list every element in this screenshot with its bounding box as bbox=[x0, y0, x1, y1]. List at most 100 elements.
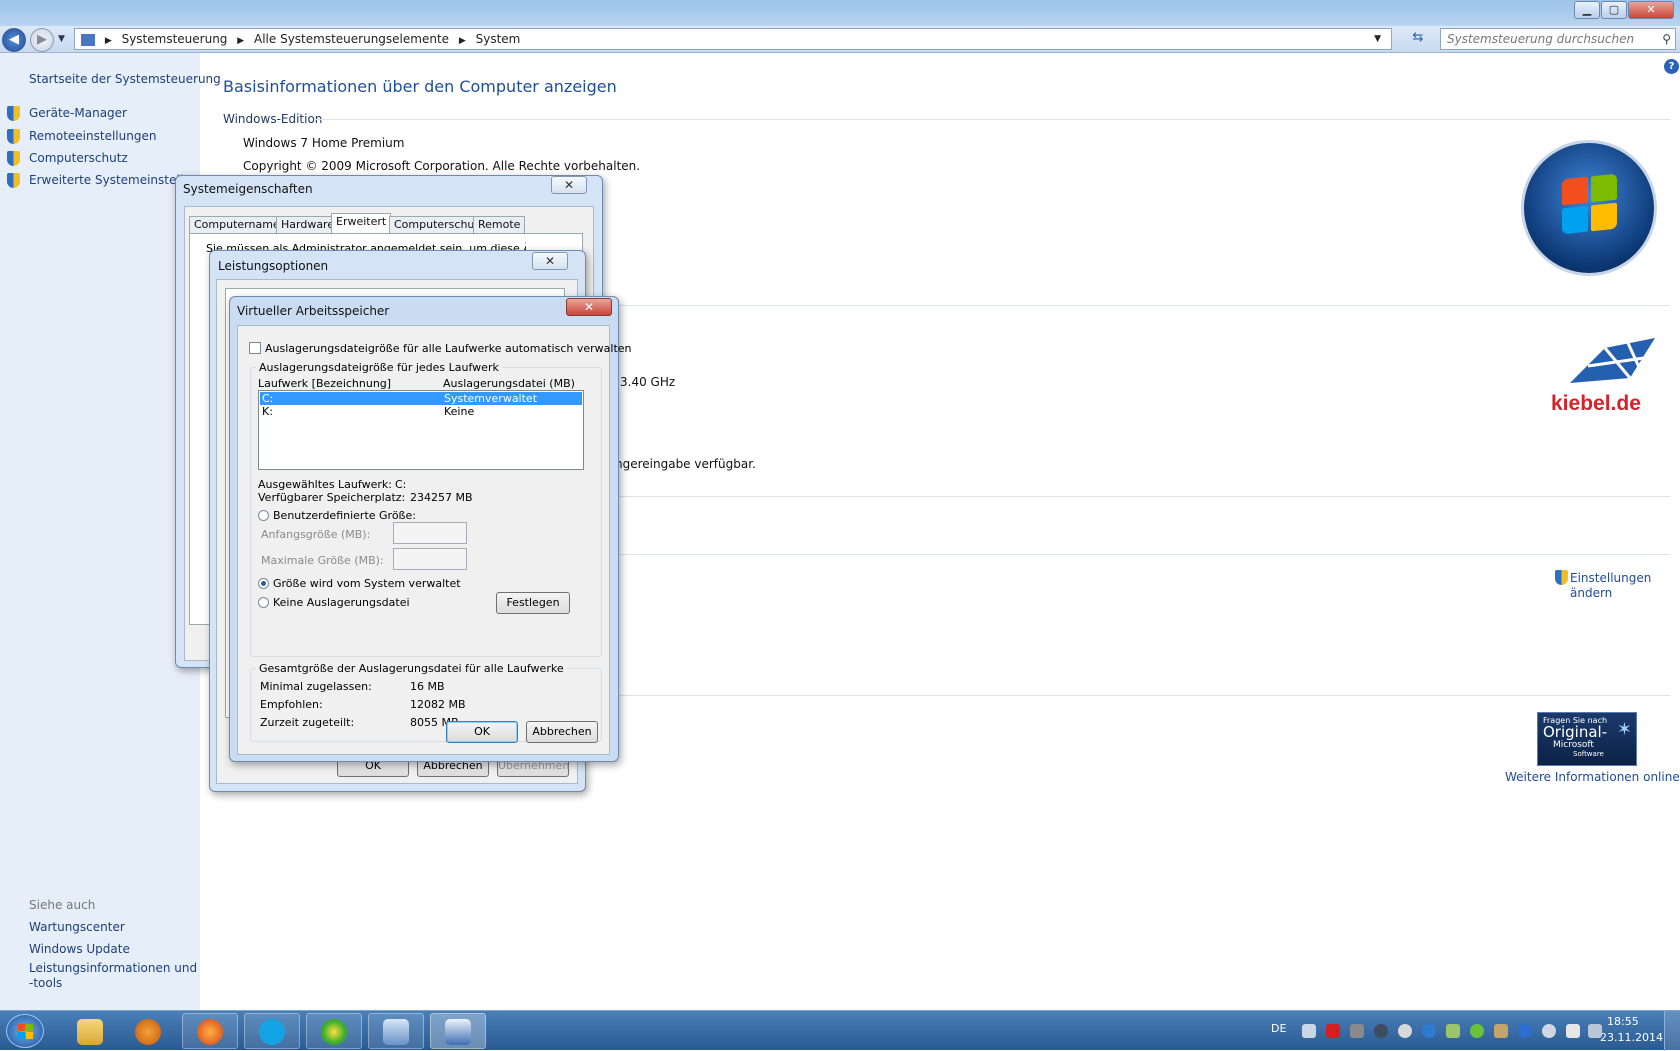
sidebar-item-remote[interactable]: Remoteeinstellungen bbox=[29, 129, 156, 143]
page-title: Basisinformationen über den Computer anz… bbox=[223, 77, 617, 96]
genuine-microsoft-badge[interactable]: Fragen Sie nach Original- Microsoft Soft… bbox=[1537, 712, 1637, 766]
drive-letter: C: bbox=[262, 392, 274, 405]
list-item-selected[interactable]: C: Systemverwaltet bbox=[260, 392, 582, 405]
language-indicator[interactable]: DE bbox=[1271, 1022, 1286, 1035]
forward-button[interactable]: ▶ bbox=[30, 28, 54, 52]
start-button[interactable] bbox=[6, 1014, 44, 1048]
current-label: Zurzeit zugeteilt: bbox=[260, 716, 355, 729]
maximize-button[interactable]: ▢ bbox=[1601, 1, 1627, 19]
network-tray-icon[interactable] bbox=[1446, 1024, 1460, 1038]
breadcrumb-item[interactable]: Systemsteuerung bbox=[122, 32, 228, 46]
free-space-label: Verfügbarer Speicherplatz: bbox=[258, 491, 406, 504]
firefox-icon[interactable] bbox=[182, 1013, 238, 1049]
control-panel-taskbar-icon[interactable] bbox=[368, 1013, 424, 1049]
media-player-icon[interactable] bbox=[120, 1013, 176, 1049]
tray-app-icon[interactable] bbox=[1494, 1024, 1508, 1038]
sidebar-item-device-manager[interactable]: Geräte-Manager bbox=[29, 106, 127, 120]
edition-name: Windows 7 Home Premium bbox=[243, 136, 405, 150]
dialog-title: Virtueller Arbeitsspeicher bbox=[237, 304, 390, 318]
max-size-input[interactable] bbox=[393, 548, 467, 570]
tray-app-icon[interactable] bbox=[1350, 1024, 1364, 1038]
volume-icon[interactable] bbox=[1302, 1024, 1316, 1038]
set-button[interactable]: Festlegen bbox=[496, 592, 570, 614]
selected-drive-label: Ausgewähltes Laufwerk: bbox=[258, 478, 392, 491]
tray-app-icon[interactable] bbox=[1398, 1024, 1412, 1038]
no-pagefile-radio[interactable] bbox=[258, 597, 269, 608]
steam-icon[interactable] bbox=[1374, 1024, 1388, 1038]
address-dropdown-icon[interactable]: ▼ bbox=[1374, 29, 1381, 49]
clock-time[interactable]: 18:55 bbox=[1607, 1015, 1639, 1028]
system-managed-radio[interactable] bbox=[258, 578, 269, 589]
tab-advanced[interactable]: Erweitert bbox=[331, 213, 392, 234]
search-icon: ⚲ bbox=[1662, 32, 1671, 46]
copyright-text: Copyright © 2009 Microsoft Corporation. … bbox=[243, 159, 641, 173]
custom-size-label: Benutzerdefinierte Größe: bbox=[273, 509, 416, 522]
network-icon[interactable] bbox=[1588, 1024, 1602, 1038]
tray-app-icon[interactable] bbox=[1542, 1024, 1556, 1038]
change-settings-link[interactable]: Einstellungen bbox=[1570, 571, 1651, 585]
back-button[interactable]: ◀ bbox=[2, 28, 26, 52]
close-button[interactable]: ✕ bbox=[1628, 1, 1674, 19]
drive-list[interactable]: C: Systemverwaltet K: Keine bbox=[258, 390, 584, 470]
uac-shield-icon bbox=[7, 173, 20, 188]
sidebar-item-protection[interactable]: Computerschutz bbox=[29, 151, 128, 165]
tab-computername[interactable]: Computername bbox=[189, 216, 285, 234]
clock-date[interactable]: 23.11.2014 bbox=[1600, 1031, 1663, 1044]
uac-shield-icon bbox=[7, 106, 20, 121]
action-center-flag-icon[interactable] bbox=[1566, 1024, 1580, 1038]
tab-hardware[interactable]: Hardware bbox=[276, 216, 340, 234]
min-allowed-label: Minimal zugelassen: bbox=[260, 680, 372, 693]
virtual-memory-dialog: Virtueller Arbeitsspeicher ✕ Auslagerung… bbox=[229, 296, 632, 762]
auto-manage-checkbox[interactable] bbox=[249, 342, 261, 354]
list-item[interactable]: K: Keine bbox=[260, 405, 582, 418]
star-icon: ✶ bbox=[1616, 719, 1632, 740]
close-button[interactable]: ✕ bbox=[551, 176, 587, 194]
tab-remote[interactable]: Remote bbox=[473, 216, 526, 234]
antivirus-icon[interactable] bbox=[1326, 1024, 1340, 1038]
selected-drive-value: C: bbox=[395, 478, 407, 491]
change-settings-link-line2[interactable]: ändern bbox=[1570, 586, 1612, 600]
skype-tray-icon[interactable] bbox=[1422, 1024, 1436, 1038]
system-properties-taskbar-icon[interactable] bbox=[430, 1013, 486, 1049]
breadcrumb-item[interactable]: Alle Systemsteuerungselemente bbox=[254, 32, 449, 46]
pen-input-text: ngereingabe verfügbar. bbox=[615, 457, 756, 471]
control-panel-icon bbox=[81, 33, 95, 46]
close-button[interactable]: ✕ bbox=[566, 298, 612, 316]
drive-pagefile: Systemverwaltet bbox=[444, 392, 538, 405]
breadcrumb[interactable]: ▶ Systemsteuerung ▶ Alle Systemsteuerung… bbox=[74, 28, 1392, 50]
refresh-icon[interactable]: ⇆ bbox=[1408, 30, 1428, 48]
total-group-label: Gesamtgröße der Auslagerungsdatei für al… bbox=[256, 662, 567, 675]
tray-app-icon[interactable] bbox=[1518, 1024, 1532, 1038]
icq-icon[interactable] bbox=[306, 1013, 362, 1049]
sidebar-home-link[interactable]: Startseite der Systemsteuerung bbox=[29, 72, 221, 86]
show-desktop-button[interactable] bbox=[1664, 1011, 1680, 1051]
close-button[interactable]: ✕ bbox=[532, 252, 568, 270]
ok-button[interactable]: OK bbox=[446, 721, 518, 743]
see-also-performance-line2[interactable]: -tools bbox=[29, 976, 62, 990]
recent-pages-dropdown-icon[interactable]: ▼ bbox=[58, 34, 65, 44]
column-pagefile: Auslagerungsdatei (MB) bbox=[443, 377, 575, 390]
more-info-link[interactable]: Weitere Informationen online... bbox=[1505, 770, 1680, 784]
skype-icon[interactable] bbox=[244, 1013, 300, 1049]
cancel-button[interactable]: Abbrechen bbox=[526, 721, 598, 743]
sidebar: Startseite der Systemsteuerung Geräte-Ma… bbox=[0, 53, 221, 1010]
initial-size-input[interactable] bbox=[393, 522, 467, 544]
breadcrumb-item[interactable]: System bbox=[476, 32, 521, 46]
minimize-button[interactable]: ▁ bbox=[1574, 1, 1600, 19]
auto-manage-label: Auslagerungsdateigröße für alle Laufwerk… bbox=[265, 342, 632, 355]
no-pagefile-label: Keine Auslagerungsdatei bbox=[273, 596, 410, 609]
see-also-action-center[interactable]: Wartungscenter bbox=[29, 920, 125, 934]
window-titlebar: ▁ ▢ ✕ bbox=[0, 0, 1680, 26]
windows-logo bbox=[1524, 143, 1654, 273]
help-icon[interactable]: ? bbox=[1664, 59, 1679, 74]
icq-tray-icon[interactable] bbox=[1470, 1024, 1484, 1038]
drive-pagefile: Keine bbox=[444, 405, 475, 418]
max-size-label: Maximale Größe (MB): bbox=[261, 554, 384, 567]
drive-letter: K: bbox=[262, 405, 273, 418]
custom-size-radio[interactable] bbox=[258, 510, 269, 521]
explorer-icon[interactable] bbox=[62, 1013, 118, 1049]
see-also-heading: Siehe auch bbox=[29, 898, 96, 912]
see-also-windows-update[interactable]: Windows Update bbox=[29, 942, 130, 956]
see-also-performance[interactable]: Leistungsinformationen und bbox=[29, 961, 197, 975]
search-input[interactable]: Systemsteuerung durchsuchen ⚲ bbox=[1440, 28, 1676, 50]
